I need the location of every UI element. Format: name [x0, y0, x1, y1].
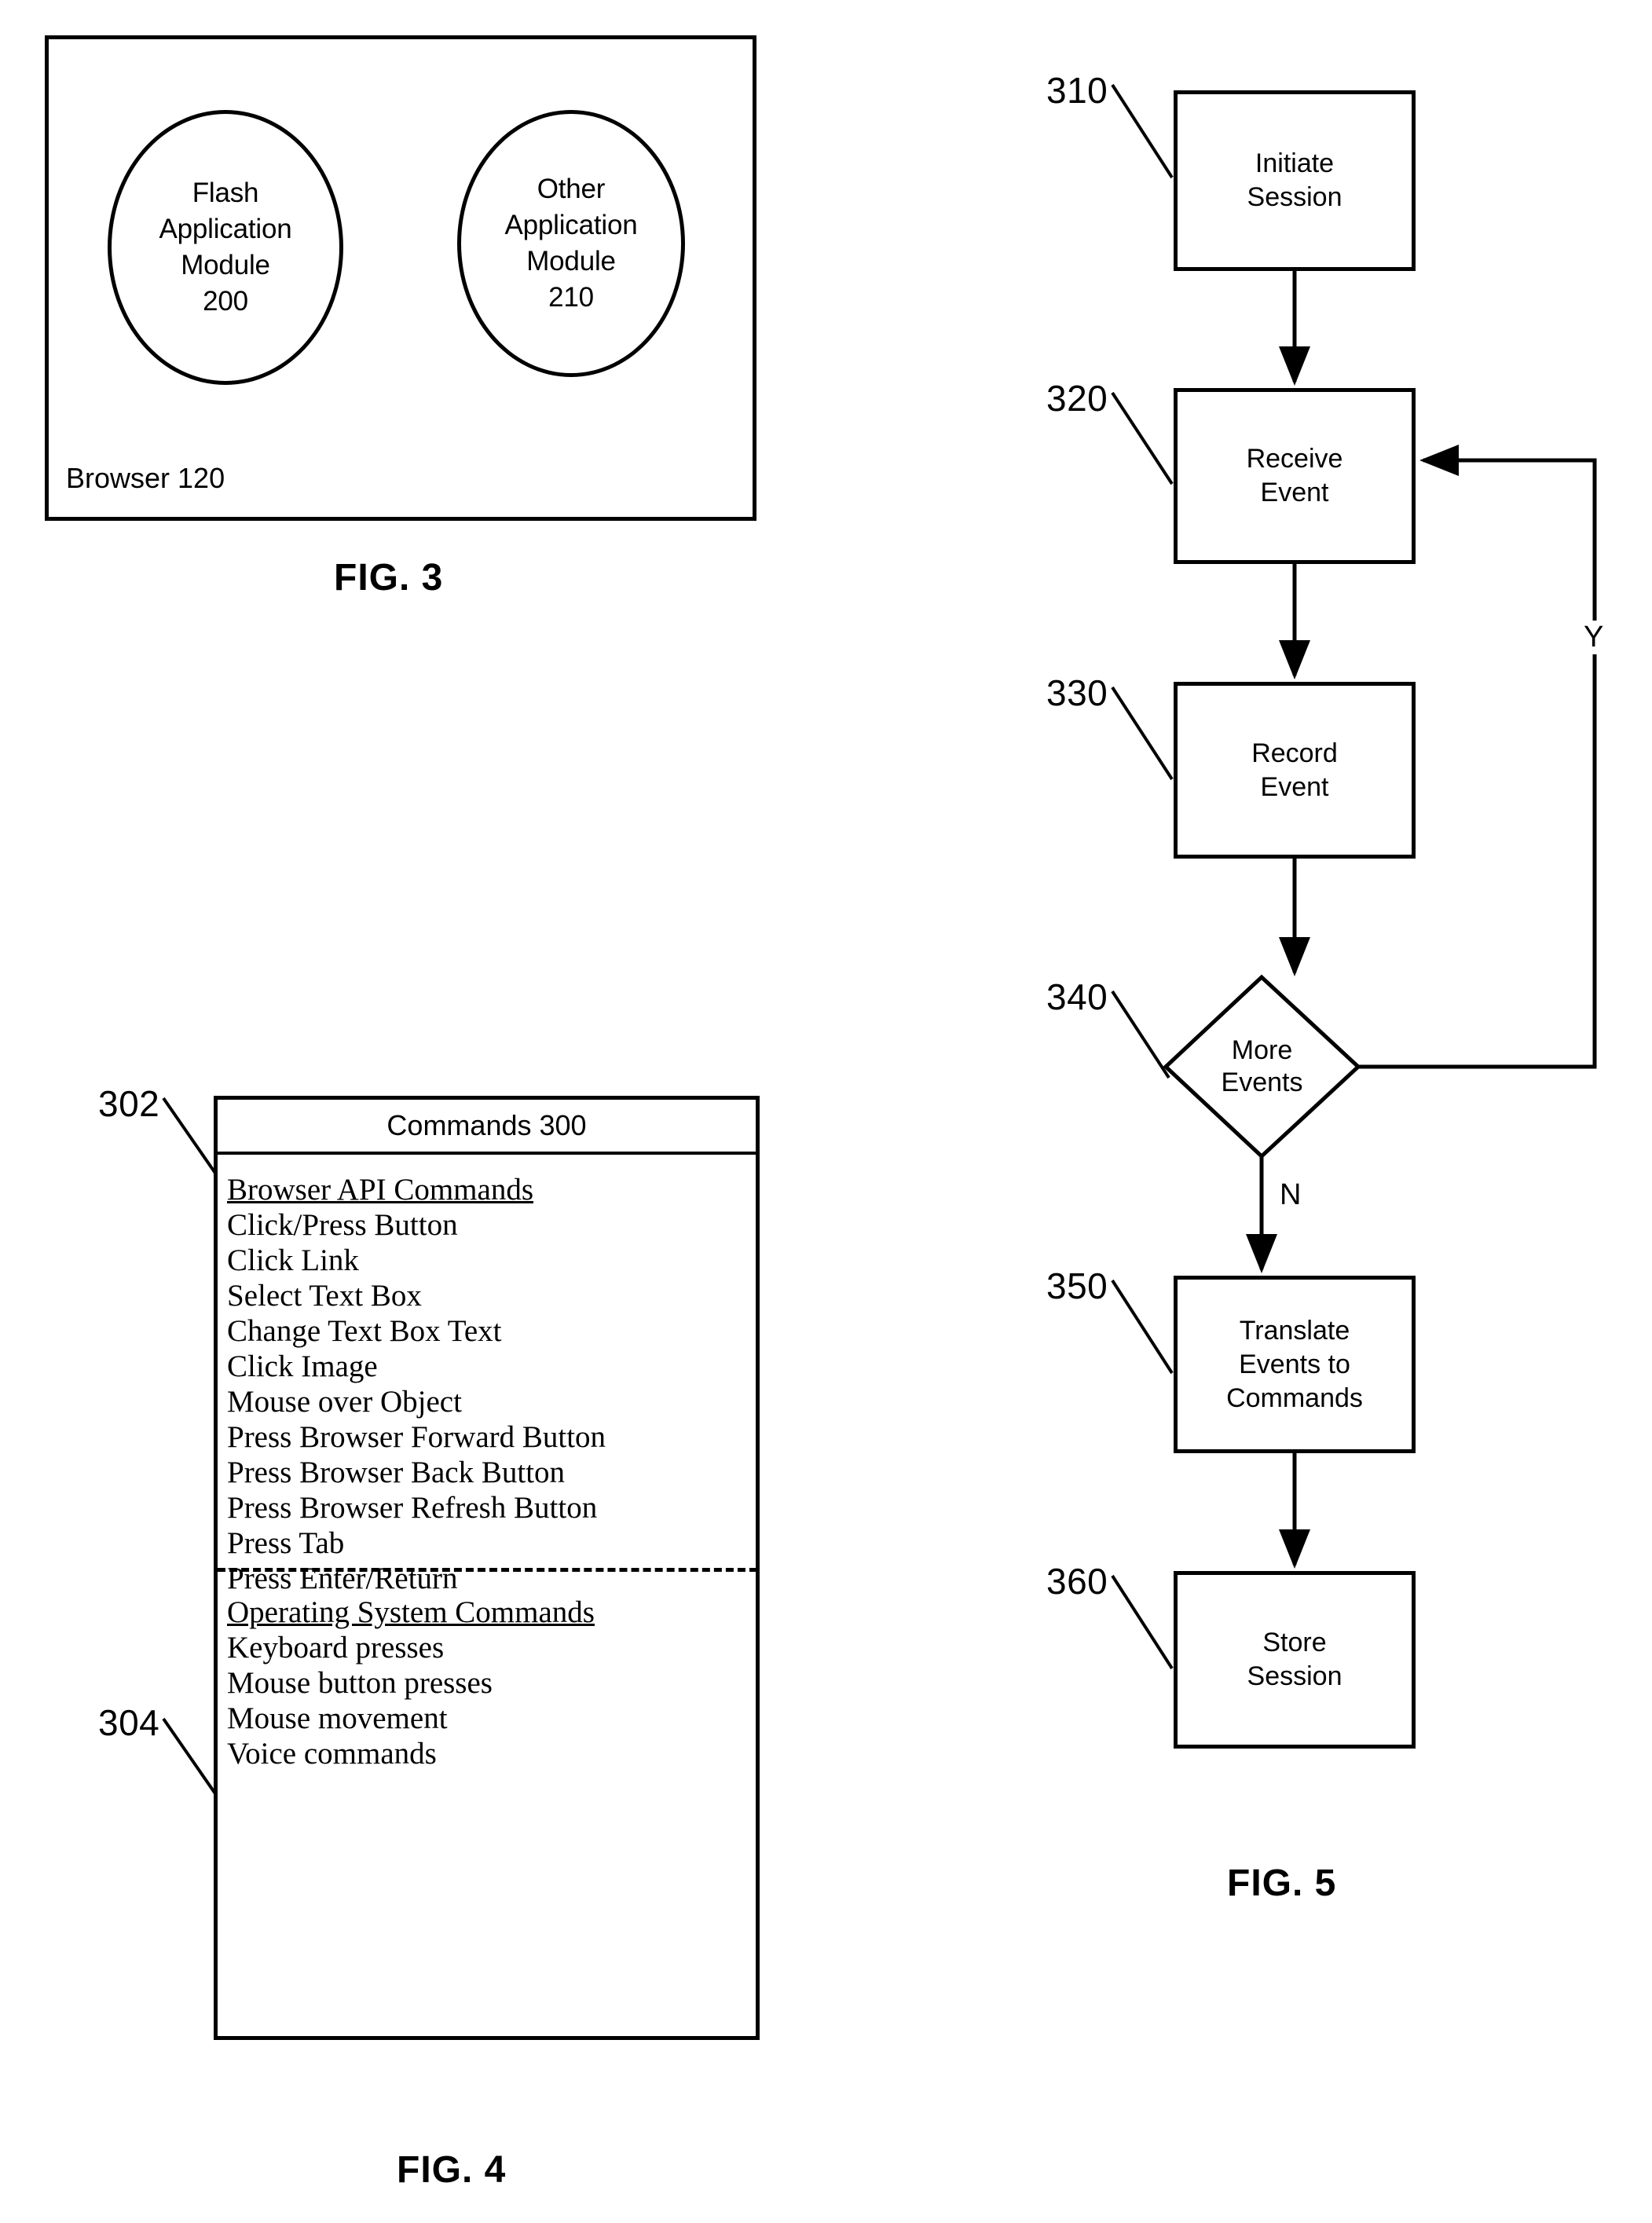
- leader-line-350: [1111, 1279, 1174, 1375]
- step-line: Receive: [1246, 444, 1343, 474]
- leader-line-320: [1111, 391, 1174, 485]
- step-line: Events: [1221, 1068, 1303, 1097]
- figure-5-caption: FIG. 5: [1227, 1862, 1337, 1904]
- flow-step-record-event: Record Event: [1174, 682, 1416, 859]
- step-line: More: [1231, 1035, 1293, 1065]
- step-line: Initiate: [1255, 148, 1335, 178]
- ref-number-330: 330: [1046, 672, 1108, 713]
- step-line: Events to: [1239, 1349, 1350, 1379]
- flow-step-initiate-session: Initiate Session: [1174, 90, 1416, 271]
- step-line: Session: [1247, 182, 1342, 212]
- step-line: Event: [1260, 771, 1329, 802]
- step-line: Store: [1262, 1628, 1327, 1657]
- leader-line-360: [1111, 1574, 1174, 1670]
- step-line: Record: [1251, 738, 1338, 768]
- branch-label-no: N: [1277, 1178, 1305, 1212]
- ref-number-340: 340: [1046, 976, 1108, 1017]
- leader-line-340: [1111, 990, 1170, 1079]
- ref-number-350: 350: [1046, 1265, 1108, 1306]
- step-line: Event: [1260, 478, 1329, 507]
- figure-5: 310 320 330 340 350 360 Initiate Session…: [0, 0, 1652, 2223]
- flow-step-receive-event: Receive Event: [1174, 388, 1416, 564]
- ref-number-320: 320: [1046, 378, 1108, 419]
- leader-line-330: [1111, 686, 1174, 781]
- leader-line-310: [1111, 83, 1174, 179]
- ref-number-360: 360: [1046, 1561, 1108, 1602]
- step-line: Commands: [1226, 1383, 1363, 1413]
- ref-number-310: 310: [1046, 70, 1108, 111]
- patent-drawing-sheet: Flash Application Module 200 Other Appli…: [0, 0, 1652, 2223]
- flow-step-store-session: Store Session: [1174, 1571, 1416, 1749]
- decision-label: More Events: [1166, 977, 1358, 1156]
- step-line: Translate: [1239, 1315, 1350, 1346]
- step-line: Session: [1247, 1661, 1342, 1691]
- flow-decision-more-events: More Events: [1166, 977, 1358, 1156]
- flow-step-translate-events-to-commands: Translate Events to Commands: [1174, 1276, 1416, 1453]
- branch-label-yes: Y: [1581, 621, 1607, 654]
- flowchart-connectors: [1111, 83, 1597, 1670]
